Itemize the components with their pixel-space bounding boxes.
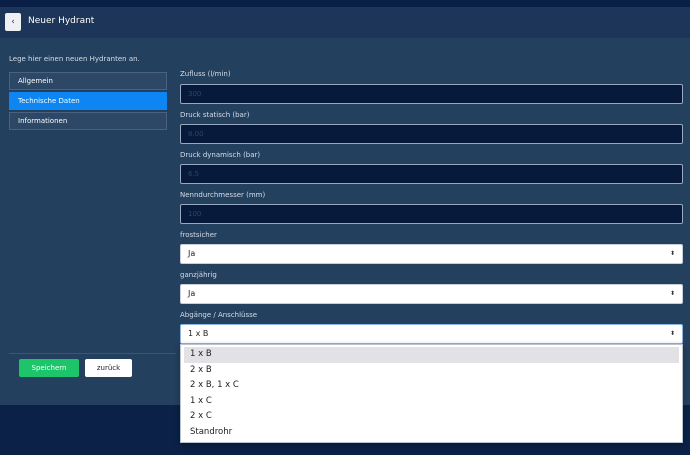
ganzjaehrig-label: ganzjährig <box>180 271 217 279</box>
sidebar-item-allgemein[interactable]: Allgemein <box>9 72 167 90</box>
frostsicher-select[interactable]: Ja ⬍ <box>180 244 683 264</box>
druck-dynamisch-input[interactable]: 6.5 <box>180 164 683 184</box>
page-title: Neuer Hydrant <box>28 16 95 26</box>
druck-statisch-label: Druck statisch (bar) <box>180 111 250 119</box>
sidebar-item-technische-daten[interactable]: Technische Daten <box>9 92 167 110</box>
abgaenge-dropdown-list: 1 x B 2 x B 2 x B, 1 x C 1 x C 2 x C Sta… <box>180 344 683 443</box>
abgaenge-select[interactable]: 1 x B ⬍ <box>180 324 683 344</box>
dropdown-option[interactable]: 2 x B, 1 x C <box>184 378 679 394</box>
frostsicher-value: Ja <box>188 249 196 258</box>
save-button[interactable]: Speichern <box>19 359 79 377</box>
dropdown-option[interactable]: 1 x B <box>184 347 679 363</box>
select-chevron-icon: ⬍ <box>669 290 675 297</box>
intro-text: Lege hier einen neuen Hydranten an. <box>9 55 140 63</box>
app-header: ‹ Neuer Hydrant <box>0 7 690 38</box>
zufluss-input[interactable]: 300 <box>180 84 683 104</box>
abgaenge-value: 1 x B <box>188 329 209 338</box>
dropdown-option[interactable]: 1 x C <box>184 394 679 410</box>
dropdown-option[interactable]: 2 x B <box>184 363 679 379</box>
ganzjaehrig-value: Ja <box>188 289 196 298</box>
sidebar-divider <box>9 353 176 354</box>
select-chevron-icon: ⬍ <box>669 330 675 337</box>
select-chevron-icon: ⬍ <box>669 250 675 257</box>
dropdown-option[interactable]: Standrohr <box>184 425 679 441</box>
top-strip <box>0 0 690 7</box>
sidebar-item-informationen[interactable]: Informationen <box>9 112 167 130</box>
zufluss-label: Zufluss (l/min) <box>180 70 231 78</box>
back-button[interactable]: zurück <box>85 359 132 377</box>
frostsicher-label: frostsicher <box>180 231 217 239</box>
nenndurchmesser-input[interactable]: 100 <box>180 204 683 224</box>
druck-dynamisch-label: Druck dynamisch (bar) <box>180 151 261 159</box>
abgaenge-label: Abgänge / Anschlüsse <box>180 311 258 319</box>
dropdown-option[interactable]: 2 x C <box>184 409 679 425</box>
druck-statisch-input[interactable]: 8.00 <box>180 124 683 144</box>
nenndurchmesser-label: Nenndurchmesser (mm) <box>180 191 266 199</box>
header-back-button[interactable]: ‹ <box>5 13 21 31</box>
ganzjaehrig-select[interactable]: Ja ⬍ <box>180 284 683 304</box>
